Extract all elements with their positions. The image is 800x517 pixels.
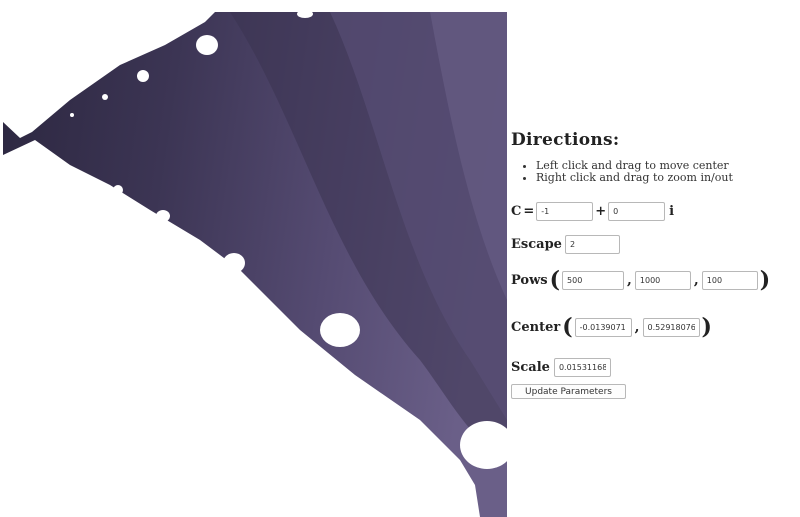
center-close-paren: ) (701, 314, 712, 340)
c-label: C (511, 204, 522, 219)
pows-input-3[interactable] (701, 270, 758, 290)
direction-item-zoom: Right click and drag to zoom in/out (536, 172, 800, 184)
directions-list: Left click and drag to move center Right… (511, 160, 800, 184)
c-equals: = (523, 204, 535, 219)
center-x-input[interactable] (574, 317, 632, 337)
escape-row: Escape (511, 235, 620, 254)
pows-input-2[interactable] (634, 270, 691, 290)
scale-input[interactable] (553, 358, 611, 377)
pows-row: Pows ( , , ) (511, 267, 772, 293)
c-plus: + (595, 204, 607, 219)
scale-row: Scale (511, 358, 611, 377)
controls-panel: Directions: Left click and drag to move … (511, 130, 800, 399)
pows-close-paren: ) (759, 267, 771, 293)
fractal-canvas[interactable] (0, 0, 507, 517)
c-row: C = + i (511, 202, 676, 221)
center-row: Center ( , ) (511, 314, 714, 340)
c-imag-unit: i (669, 204, 675, 219)
center-y-input[interactable] (642, 317, 700, 337)
pows-comma-1: , (627, 272, 632, 288)
center-label: Center (511, 319, 561, 335)
pows-input-1[interactable] (562, 270, 625, 290)
center-comma: , (634, 319, 640, 335)
pows-comma-2: , (693, 272, 699, 288)
c-real-input[interactable] (536, 202, 594, 221)
scale-label: Scale (511, 360, 550, 375)
directions-title: Directions: (511, 130, 620, 150)
update-row: Update Parameters (511, 384, 626, 399)
escape-label: Escape (511, 237, 562, 252)
update-parameters-button[interactable]: Update Parameters (511, 384, 626, 399)
pows-label: Pows (511, 272, 548, 288)
escape-input[interactable] (564, 235, 620, 254)
pows-open-paren: ( (549, 267, 561, 293)
c-imag-input[interactable] (608, 202, 666, 221)
center-open-paren: ( (562, 314, 573, 340)
